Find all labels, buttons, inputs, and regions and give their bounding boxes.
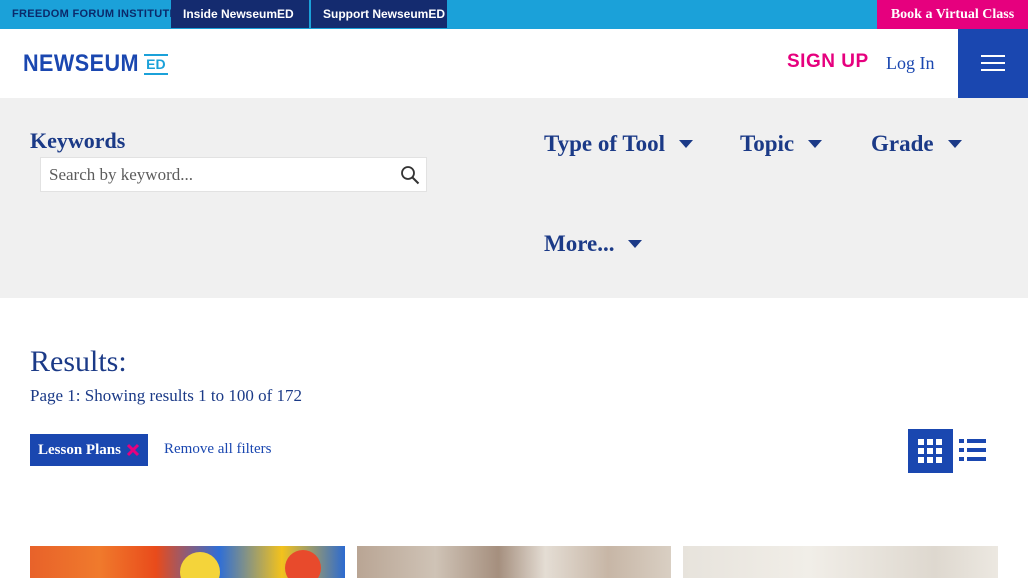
log-in-link[interactable]: Log In [886,53,935,74]
dropdown-label: Topic [740,131,795,156]
search-box [40,157,427,192]
caret-down-icon [808,140,823,148]
filter-panel: Keywords Type of Tool Topic Grade More..… [0,98,1028,298]
keywords-label: Keywords [30,128,126,153]
result-card-image[interactable] [30,546,345,578]
sign-up-link[interactable]: SIGN UP [787,51,869,73]
logo-ed-mark: ED [143,53,168,75]
caret-down-icon [947,140,962,148]
dropdown-more[interactable]: More... [544,231,643,257]
remove-all-filters-link[interactable]: Remove all filters [164,441,271,458]
results-summary: Page 1: Showing results 1 to 100 of 172 [30,386,302,405]
image-detail [180,552,220,578]
tab-support-newseumed[interactable]: Support NewseumED [311,0,447,28]
site-header: NEWSEUM ED SIGN UP Log In [0,29,1028,98]
institute-link[interactable]: FREEDOM FORUM INSTITUTE [12,8,177,20]
tab-inside-newseumed[interactable]: Inside NewseumED [171,0,309,28]
search-input[interactable] [49,162,379,188]
dropdown-topic[interactable]: Topic [740,131,823,157]
search-icon[interactable] [400,165,420,185]
newseumed-logo[interactable]: NEWSEUM ED [23,50,168,77]
dropdown-label: Type of Tool [544,131,665,156]
caret-down-icon [628,240,643,248]
results-heading: Results: [30,345,127,378]
dropdown-type-of-tool[interactable]: Type of Tool [544,131,693,157]
grid-view-icon [918,439,942,463]
result-card-image[interactable] [357,546,671,578]
dropdown-grade[interactable]: Grade [871,131,962,157]
top-utility-bar: FREEDOM FORUM INSTITUTE Inside NewseumED… [0,0,1028,29]
list-view-button[interactable] [959,438,986,462]
logo-wordmark: NEWSEUM [23,50,139,77]
dropdown-label: More... [544,231,615,256]
menu-button[interactable] [958,29,1028,98]
list-view-icon [959,439,986,461]
active-filter-chip[interactable]: Lesson Plans [30,434,148,466]
close-icon[interactable] [126,443,140,457]
caret-down-icon [679,140,693,148]
image-detail [285,550,321,578]
result-card-image[interactable] [683,546,998,578]
grid-view-button[interactable] [908,429,953,473]
book-virtual-class-button[interactable]: Book a Virtual Class [877,0,1028,29]
chip-label: Lesson Plans [38,442,121,458]
dropdown-label: Grade [871,131,934,156]
